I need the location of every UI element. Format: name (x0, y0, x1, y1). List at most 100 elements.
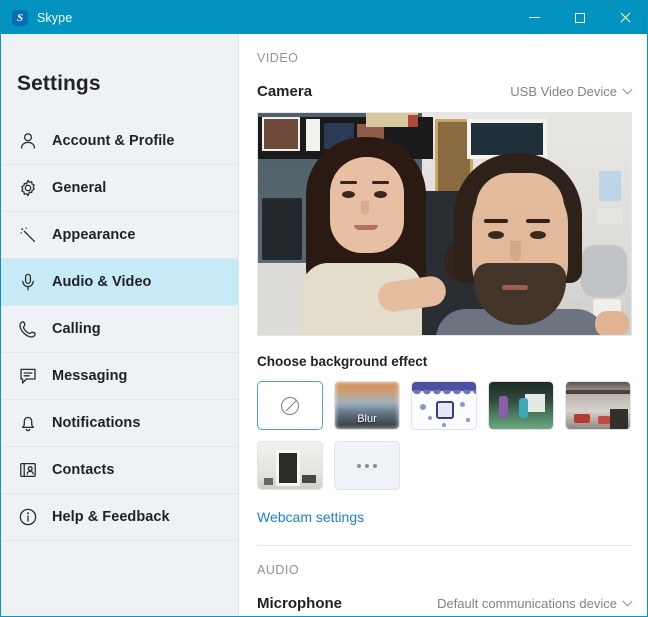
scene-figure (519, 398, 528, 418)
preview-mouth (502, 285, 528, 290)
sidebar-item-help-feedback[interactable]: Help & Feedback (1, 494, 238, 541)
window-body: Settings Account & Profile General Appea… (1, 34, 647, 616)
background-effect-blur[interactable]: Blur (334, 381, 400, 430)
sidebar-item-notifications[interactable]: Notifications (1, 400, 238, 447)
page-title: Settings (17, 72, 101, 95)
preview-wall-note (599, 171, 621, 201)
sidebar-item-appearance[interactable]: Appearance (1, 212, 238, 259)
microphone-label: Microphone (257, 595, 342, 612)
maximize-icon (574, 12, 585, 23)
sidebar-item-label: General (52, 180, 107, 196)
background-effect-scene[interactable] (488, 381, 554, 430)
sidebar-item-label: Audio & Video (52, 274, 152, 290)
camera-label: Camera (257, 83, 313, 100)
sidebar-item-label: Contacts (52, 462, 115, 478)
pattern-dot (428, 416, 432, 420)
preview-eye (530, 231, 546, 239)
close-button[interactable] (602, 1, 647, 34)
preview-eye (488, 231, 504, 239)
chevron-down-icon (622, 84, 633, 95)
background-effect-none[interactable] (257, 381, 323, 430)
skype-settings-window: S Skype Settings Account & Profile Gener… (0, 0, 648, 617)
sidebar-item-contacts[interactable]: Contacts (1, 447, 238, 494)
room-doorway (276, 450, 300, 486)
title-bar: S Skype (1, 1, 647, 34)
sidebar-item-label: Calling (52, 321, 101, 337)
camera-device-dropdown[interactable]: USB Video Device (510, 84, 633, 99)
maximize-button[interactable] (557, 1, 602, 34)
title-bar-left: S Skype (1, 9, 512, 26)
preview-nose (510, 241, 521, 261)
minimize-icon (529, 17, 540, 18)
sidebar-item-general[interactable]: General (1, 165, 238, 212)
sidebar-item-label: Help & Feedback (52, 509, 170, 525)
preview-picture (262, 117, 300, 151)
window-title: Skype (37, 10, 73, 25)
background-effect-room[interactable] (257, 441, 323, 490)
preview-plush-toy (581, 245, 627, 297)
sidebar-item-audio-video[interactable]: Audio & Video (1, 259, 238, 306)
pattern-dot (460, 402, 465, 407)
microphone-icon (17, 272, 38, 293)
preview-eye (342, 191, 355, 198)
preview-eyebrow (484, 219, 508, 223)
sidebar-item-label: Account & Profile (52, 133, 175, 149)
background-effect-grid: Blur (257, 381, 635, 490)
pattern-center-motif (436, 401, 454, 419)
phone-icon (17, 319, 38, 340)
sidebar-item-calling[interactable]: Calling (1, 306, 238, 353)
pattern-dot (466, 418, 470, 422)
preview-hand (595, 311, 629, 335)
preview-picture (306, 119, 320, 151)
minimize-button[interactable] (512, 1, 557, 34)
sidebar-item-account-profile[interactable]: Account & Profile (1, 118, 238, 165)
background-effect-loft[interactable] (565, 381, 631, 430)
preview-eyebrow (340, 181, 357, 184)
room-object (302, 475, 316, 483)
background-effect-more-button[interactable] (334, 441, 400, 490)
pattern-scallop (412, 390, 476, 396)
microphone-device-value: Default communications device (437, 596, 617, 611)
loft-beam (566, 390, 630, 394)
gear-icon (17, 178, 38, 199)
ellipsis-icon (373, 463, 377, 468)
preview-eyebrow (526, 219, 550, 223)
background-effect-title: Choose background effect (257, 354, 428, 369)
camera-device-value: USB Video Device (510, 84, 617, 99)
close-icon (619, 12, 631, 24)
sidebar-item-label: Messaging (52, 368, 128, 384)
ellipsis-icon (365, 463, 369, 468)
preview-eye (374, 191, 387, 198)
scene-figure (499, 396, 508, 418)
window-controls (512, 1, 647, 34)
microphone-device-dropdown[interactable]: Default communications device (437, 596, 633, 611)
sidebar-item-label: Notifications (52, 415, 141, 431)
camera-preview (257, 112, 632, 336)
preview-wall-note (597, 208, 623, 224)
preview-monitor (262, 198, 302, 260)
bell-icon (17, 413, 38, 434)
video-section-header: VIDEO (257, 51, 299, 65)
preview-mouth (354, 225, 378, 230)
person-icon (17, 131, 38, 152)
preview-eyebrow (372, 181, 389, 184)
skype-logo-icon: S (12, 9, 28, 26)
chat-bubble-icon (17, 366, 38, 387)
sidebar-item-messaging[interactable]: Messaging (1, 353, 238, 400)
contact-card-icon (17, 460, 38, 481)
magic-wand-icon (17, 225, 38, 246)
microphone-row: Microphone Default communications device (257, 577, 633, 612)
settings-sidebar: Settings Account & Profile General Appea… (1, 34, 239, 616)
background-effect-label: Blur (357, 413, 377, 425)
chevron-down-icon (622, 596, 633, 607)
pattern-dot (442, 423, 446, 427)
ellipsis-icon (357, 463, 361, 468)
settings-content-panel: VIDEO Camera USB Video Device Choose bac… (239, 34, 647, 616)
pattern-dot (420, 404, 426, 410)
loft-furniture (598, 416, 610, 424)
background-effect-pattern[interactable] (411, 381, 477, 430)
preview-books (408, 115, 418, 127)
preview-nose (361, 201, 369, 215)
loft-furniture (574, 414, 590, 423)
webcam-settings-link[interactable]: Webcam settings (257, 509, 364, 525)
